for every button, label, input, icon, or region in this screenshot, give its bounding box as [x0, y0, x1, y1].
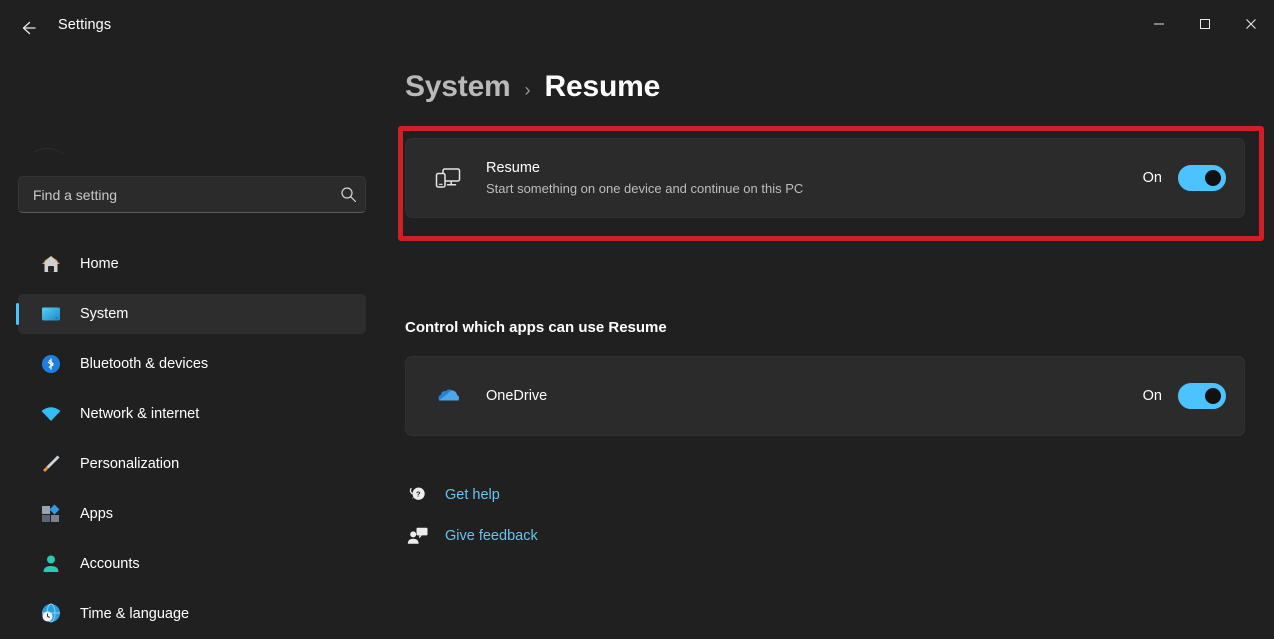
- sidebar-item-label: Bluetooth & devices: [80, 356, 209, 372]
- profile-ghost-icon: [33, 147, 65, 155]
- sidebar-item-system[interactable]: System: [16, 294, 366, 334]
- svg-text:?: ?: [416, 489, 421, 498]
- close-button[interactable]: [1228, 0, 1274, 48]
- onedrive-toggle-group: On: [1143, 383, 1226, 409]
- wifi-icon: [38, 401, 64, 427]
- bluetooth-icon: [38, 351, 64, 377]
- magnifier-icon: [340, 187, 356, 203]
- minimize-icon: [1154, 23, 1164, 25]
- maximize-button[interactable]: [1182, 0, 1228, 48]
- sidebar-item-label: Accounts: [80, 556, 140, 572]
- window-controls: [1136, 0, 1274, 48]
- profile-placeholder: [24, 140, 184, 160]
- minimize-button[interactable]: [1136, 0, 1182, 48]
- back-arrow-icon: [22, 21, 36, 35]
- sidebar-item-label: System: [80, 306, 129, 322]
- back-button[interactable]: [10, 10, 46, 46]
- sidebar-item-personalization[interactable]: Personalization: [18, 444, 366, 484]
- onedrive-app-name: OneDrive: [486, 387, 548, 404]
- paintbrush-icon: [38, 451, 64, 477]
- sidebar: Home System: [0, 56, 385, 639]
- get-help-link[interactable]: ? Get help: [399, 474, 538, 515]
- onedrive-app-row[interactable]: OneDrive On: [405, 356, 1245, 436]
- search-box[interactable]: [18, 176, 366, 213]
- section-header: Control which apps can use Resume: [405, 319, 667, 336]
- person-icon: [38, 551, 64, 577]
- breadcrumb: System › Resume: [405, 70, 660, 104]
- sidebar-nav: Home System Bluetooth & devices Network …: [16, 244, 366, 639]
- clock-globe-icon: [38, 601, 64, 627]
- sidebar-item-home[interactable]: Home: [18, 244, 366, 284]
- help-question-bubble-icon: ?: [399, 484, 437, 506]
- settings-window: Settings Find a setting Home System Blue…: [0, 0, 1274, 639]
- sidebar-item-network-internet[interactable]: Network & internet: [18, 394, 366, 434]
- onedrive-text: OneDrive: [468, 387, 1143, 406]
- chevron-right-icon: ›: [524, 80, 531, 100]
- page-title: Resume: [544, 70, 661, 103]
- sidebar-item-accounts[interactable]: Accounts: [18, 544, 366, 584]
- phone-monitor-icon: [428, 163, 468, 193]
- resume-toggle-switch[interactable]: [1178, 165, 1226, 191]
- feedback-person-bubble-icon: [399, 525, 437, 547]
- monitor-icon: [38, 301, 64, 327]
- title-bar: Settings: [0, 0, 1274, 56]
- get-help-label[interactable]: Get help: [445, 487, 500, 503]
- onedrive-cloud-icon: [428, 381, 468, 411]
- sidebar-item-label: Home: [80, 256, 119, 272]
- apps-icon: [38, 501, 64, 527]
- resume-toggle-label: On: [1142, 170, 1162, 186]
- sidebar-item-apps[interactable]: Apps: [18, 494, 366, 534]
- toggle-knob: [1205, 170, 1221, 186]
- sidebar-item-bluetooth-devices[interactable]: Bluetooth & devices: [18, 344, 366, 384]
- sidebar-item-label: Apps: [80, 506, 114, 522]
- app-title: Settings: [58, 17, 112, 33]
- breadcrumb-parent-link[interactable]: System: [405, 70, 511, 104]
- sidebar-item-label: Network & internet: [80, 406, 200, 422]
- onedrive-toggle-switch[interactable]: [1178, 383, 1226, 409]
- give-feedback-label[interactable]: Give feedback: [445, 528, 538, 544]
- resume-toggle-group: On: [1143, 165, 1226, 191]
- toggle-knob: [1205, 388, 1221, 404]
- resume-setting-card[interactable]: Resume Start something on one device and…: [405, 138, 1245, 218]
- sidebar-item-label: Time & language: [80, 606, 190, 622]
- footer-links: ? Get help Give feedback: [399, 474, 538, 556]
- onedrive-toggle-label: On: [1142, 388, 1162, 404]
- home-icon: [38, 251, 64, 277]
- close-icon: [1246, 19, 1256, 29]
- sidebar-item-label: Personalization: [80, 456, 180, 472]
- maximize-icon: [1200, 19, 1210, 29]
- search-input[interactable]: [19, 186, 331, 203]
- content-area: System › Resume Resume Start something o…: [385, 56, 1274, 639]
- resume-card-text: Resume Start something on one device and…: [468, 159, 1143, 198]
- resume-card-title: Resume: [486, 159, 540, 176]
- give-feedback-link[interactable]: Give feedback: [399, 515, 538, 556]
- sidebar-item-time-language[interactable]: Time & language: [18, 594, 366, 634]
- search-icon[interactable]: [331, 186, 365, 203]
- resume-card-subtitle: Start something on one device and contin…: [486, 180, 804, 196]
